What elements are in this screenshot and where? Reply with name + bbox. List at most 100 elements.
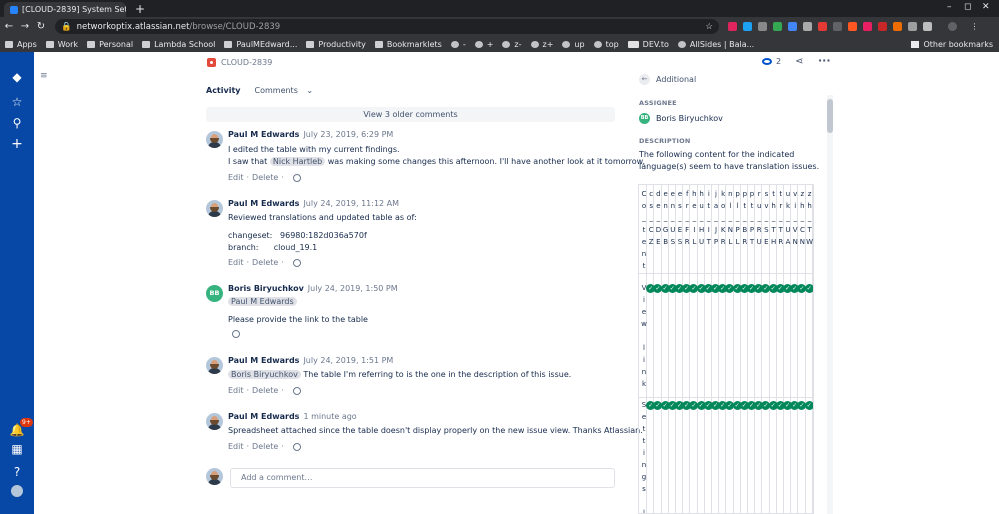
- branch-line: branch: cloud_19.1: [228, 243, 318, 252]
- delete-link[interactable]: Delete: [252, 442, 278, 451]
- add-reaction-icon[interactable]: [292, 173, 301, 182]
- bookmark-item[interactable]: -: [450, 40, 466, 49]
- bookmark-item[interactable]: up: [562, 40, 585, 49]
- back-icon[interactable]: ←: [2, 21, 16, 32]
- extension-icon[interactable]: [878, 22, 887, 31]
- new-tab-icon[interactable]: +: [135, 2, 145, 16]
- comment-author[interactable]: Paul M Edwards: [228, 130, 299, 139]
- breadcrumb[interactable]: CLOUD-2839: [207, 58, 272, 67]
- bookmark-item[interactable]: Apps: [5, 40, 37, 49]
- star-icon[interactable]: ☆: [9, 94, 25, 110]
- bookmark-item[interactable]: Productivity: [306, 40, 366, 49]
- bookmark-item[interactable]: +: [474, 40, 493, 49]
- extension-icon[interactable]: [818, 22, 827, 31]
- bookmark-item[interactable]: PaulMEdward...: [224, 40, 297, 49]
- extension-icon[interactable]: [743, 22, 752, 31]
- mention[interactable]: Boris Biryuchkov: [228, 370, 301, 379]
- bookmark-item[interactable]: DEV.to: [627, 40, 669, 49]
- comment-date[interactable]: 1 minute ago: [303, 412, 356, 421]
- avatar[interactable]: [206, 413, 223, 430]
- back-arrow-icon[interactable]: ←: [639, 74, 650, 85]
- issue-key[interactable]: CLOUD-2839: [221, 58, 272, 67]
- browser-tab[interactable]: [CLOUD-2839] System Set ✕: [4, 2, 126, 17]
- comment-date[interactable]: July 24, 2019, 11:12 AM: [303, 199, 399, 208]
- other-bookmarks[interactable]: Other bookmarks: [911, 40, 993, 49]
- avatar[interactable]: BB: [206, 285, 223, 302]
- close-window-icon[interactable]: ✕: [982, 2, 990, 12]
- mention[interactable]: Paul M Edwards: [228, 297, 297, 306]
- edit-link[interactable]: Edit: [228, 386, 244, 395]
- extension-icon[interactable]: [773, 22, 782, 31]
- bookmark-item[interactable]: z+: [530, 40, 553, 49]
- bookmark-item[interactable]: Work: [45, 40, 78, 49]
- delete-link[interactable]: Delete: [252, 173, 278, 182]
- comment-author[interactable]: Paul M Edwards: [228, 356, 299, 365]
- bookmark-item[interactable]: top: [593, 40, 619, 49]
- extension-icon[interactable]: [908, 22, 917, 31]
- comment-author[interactable]: Paul M Edwards: [228, 199, 299, 208]
- table-row-label-cell: s: [642, 485, 646, 493]
- browser-menu-icon[interactable]: ⋮: [970, 22, 979, 31]
- extension-icon[interactable]: [788, 22, 797, 31]
- create-icon[interactable]: +: [9, 136, 25, 152]
- menu-icon[interactable]: ≡: [40, 71, 48, 81]
- profile-avatar[interactable]: [948, 22, 957, 31]
- add-comment-input[interactable]: Add a comment…: [230, 468, 615, 488]
- panel-scrollbar[interactable]: [827, 95, 833, 514]
- bookmark-item[interactable]: Lambda School: [142, 40, 215, 49]
- reload-icon[interactable]: ↻: [34, 21, 48, 32]
- minimize-icon[interactable]: –: [947, 2, 952, 12]
- bookmark-item[interactable]: AllSides | Bala...: [677, 40, 754, 49]
- comment-text: Reviewed translations and updated table …: [228, 213, 417, 222]
- user-avatar[interactable]: [11, 485, 23, 497]
- table-header-cell: t: [642, 262, 646, 270]
- activity-filter[interactable]: Comments ⌄: [255, 86, 314, 95]
- bookmark-item[interactable]: Personal: [87, 40, 133, 49]
- bookmark-item[interactable]: Bookmarklets: [374, 40, 442, 49]
- delete-link[interactable]: Delete: [252, 386, 278, 395]
- add-reaction-icon[interactable]: [232, 330, 240, 338]
- add-reaction-icon[interactable]: [292, 258, 301, 267]
- mention[interactable]: Nick Hartleb: [269, 157, 326, 166]
- comment-author[interactable]: Paul M Edwards: [228, 412, 299, 421]
- address-bar[interactable]: 🔒 networkoptix.atlassian.net /browse/CLO…: [55, 19, 719, 34]
- search-icon[interactable]: ⚲: [9, 115, 25, 131]
- help-icon[interactable]: ?: [9, 464, 25, 480]
- view-older-comments-button[interactable]: View 3 older comments: [206, 107, 615, 122]
- scrollbar-thumb[interactable]: [827, 99, 833, 133]
- jira-global-sidebar: ◆ ☆ ⚲ + 🔔 9+ ▦ ?: [0, 52, 34, 514]
- extension-icon[interactable]: [893, 22, 902, 31]
- folder-icon: [224, 40, 233, 48]
- dev-logo-icon: [627, 40, 639, 48]
- delete-link[interactable]: Delete: [252, 258, 278, 267]
- table-row-label-cell: k: [641, 380, 647, 388]
- edit-link[interactable]: Edit: [228, 442, 244, 451]
- avatar[interactable]: [206, 131, 223, 148]
- comment-date[interactable]: July 23, 2019, 6:29 PM: [303, 130, 393, 139]
- extension-icon[interactable]: [848, 22, 857, 31]
- bookmark-item[interactable]: z-: [502, 40, 522, 49]
- extension-icon[interactable]: [758, 22, 767, 31]
- edit-link[interactable]: Edit: [228, 258, 244, 267]
- comment-date[interactable]: July 24, 2019, 1:51 PM: [303, 356, 393, 365]
- extension-icon[interactable]: [923, 22, 932, 31]
- extension-icon[interactable]: [728, 22, 737, 31]
- description-text[interactable]: The following content for the indicated …: [639, 149, 824, 173]
- forward-icon[interactable]: →: [18, 21, 32, 32]
- comment-date[interactable]: July 24, 2019, 1:50 PM: [308, 284, 398, 293]
- extension-icon[interactable]: [863, 22, 872, 31]
- avatar[interactable]: [206, 200, 223, 217]
- edit-link[interactable]: Edit: [228, 173, 244, 182]
- avatar[interactable]: [206, 357, 223, 374]
- folder-icon: [45, 40, 54, 48]
- comment-author[interactable]: Boris Biryuchkov: [228, 284, 304, 293]
- assignee-field[interactable]: BB Boris Biryuchkov: [639, 113, 723, 124]
- maximize-icon[interactable]: ◻: [964, 2, 971, 12]
- bookmark-star-icon[interactable]: ☆: [705, 22, 713, 32]
- jira-logo-icon[interactable]: ◆: [9, 69, 25, 85]
- extension-icon[interactable]: [803, 22, 812, 31]
- extension-icon[interactable]: [833, 22, 842, 31]
- add-reaction-icon[interactable]: [292, 386, 301, 395]
- app-switcher-icon[interactable]: ▦: [9, 441, 25, 457]
- add-reaction-icon[interactable]: [292, 442, 301, 451]
